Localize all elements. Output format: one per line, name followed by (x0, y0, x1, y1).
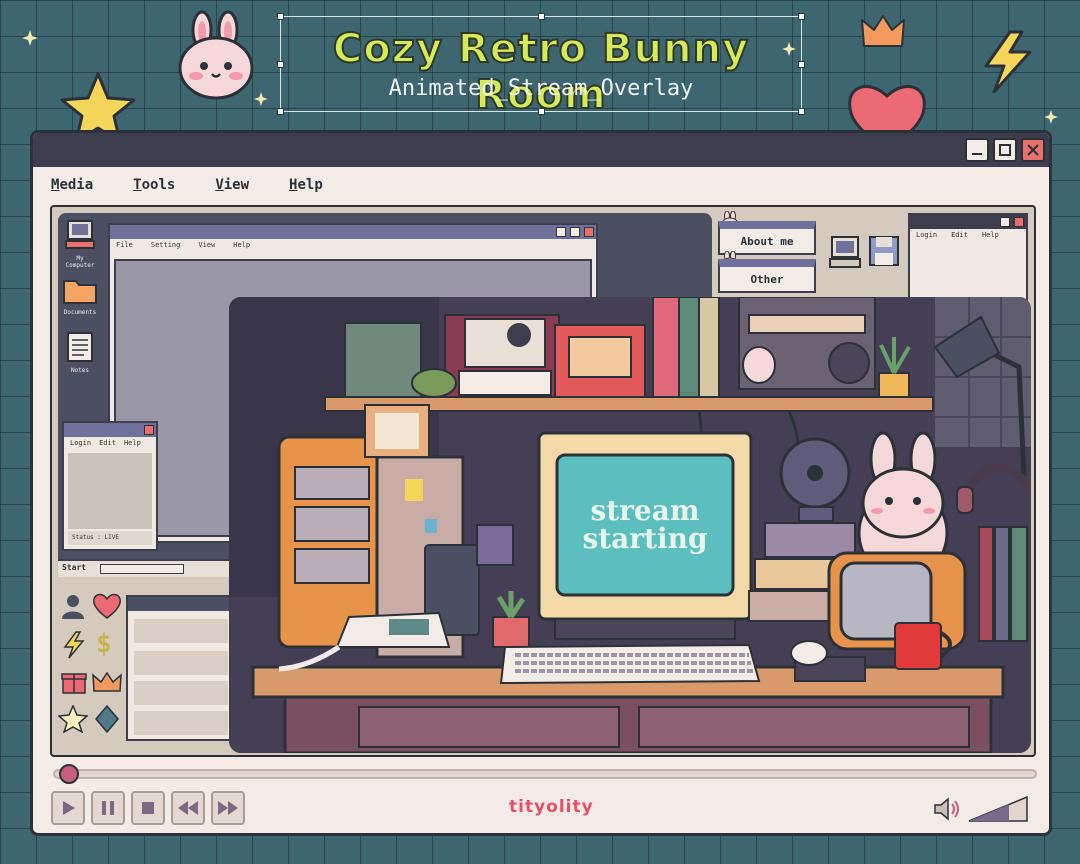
inner-menu-view[interactable]: View (198, 241, 215, 249)
inner-window-menu: File Setting View Help (110, 239, 596, 251)
menu-view[interactable]: View (215, 177, 249, 193)
fast-forward-icon (218, 801, 238, 815)
pause-button[interactable] (91, 791, 125, 825)
fast-forward-button[interactable] (211, 791, 245, 825)
status-window-close-button[interactable] (144, 425, 154, 435)
sparkle-icon (22, 30, 38, 46)
login-menu-login[interactable]: Login (916, 231, 937, 239)
maximize-button[interactable] (993, 138, 1017, 162)
minimize-button[interactable] (965, 138, 989, 162)
maximize-icon (999, 144, 1011, 156)
menu-help[interactable]: Help (289, 177, 323, 193)
list-item (134, 619, 228, 643)
brand-logo: tityolity (509, 797, 594, 817)
main-window: Media Tools View Help My Computer Docume… (30, 130, 1052, 836)
crown-icon (861, 15, 905, 47)
status-window: Login Edit Help Status : LIVE (62, 421, 158, 551)
desktop-icon-my-computer[interactable]: My Computer (62, 219, 98, 269)
crown-icon (92, 671, 122, 692)
taskbar-search-input[interactable] (100, 564, 184, 574)
login-close-button[interactable] (1014, 217, 1024, 227)
stop-icon (142, 802, 154, 814)
folder-icon (63, 280, 97, 304)
stream-screen-text: stream starting (557, 455, 733, 595)
desktop-icon-notes[interactable]: Notes (62, 331, 98, 374)
pause-icon (102, 801, 114, 815)
chat-list-panel (126, 595, 236, 741)
volume-icon[interactable] (933, 797, 963, 821)
stream-scene: stream starting (229, 297, 1031, 753)
list-item (134, 711, 228, 735)
close-button[interactable] (1021, 138, 1045, 162)
taskbar: Start (58, 559, 230, 577)
login-menu-edit[interactable]: Edit (951, 231, 968, 239)
sparkle-icon (1044, 110, 1058, 124)
window-titlebar (33, 133, 1049, 167)
menu-bar: Media Tools View Help (33, 167, 1049, 203)
about-me-window[interactable]: About me (718, 221, 816, 255)
inner-maximize-button[interactable] (570, 227, 580, 237)
menu-media[interactable]: Media (51, 177, 93, 193)
play-icon (63, 801, 75, 815)
login-menu-help[interactable]: Help (982, 231, 999, 239)
login-minimize-button[interactable] (1000, 217, 1010, 227)
inner-close-button[interactable] (584, 227, 594, 237)
screen-text-line-1: stream (590, 494, 700, 527)
inner-window-titlebar (110, 225, 596, 239)
list-item (134, 651, 228, 675)
login-window: Login Edit Help (908, 213, 1028, 303)
rewind-button[interactable] (171, 791, 205, 825)
volume-slider[interactable] (967, 795, 1029, 823)
rewind-icon (178, 801, 198, 815)
play-button[interactable] (51, 791, 85, 825)
about-me-label: About me (740, 234, 794, 248)
user-icon (62, 595, 84, 619)
inner-menu-help[interactable]: Help (233, 241, 250, 249)
progress-bar[interactable] (53, 769, 1037, 779)
status-menu-help[interactable]: Help (124, 439, 141, 447)
page-title: Cozy Retro Bunny Room (332, 25, 750, 119)
stop-button[interactable] (131, 791, 165, 825)
gift-icon (61, 673, 87, 694)
floppy-disk-icon (869, 236, 899, 266)
desktop-area: My Computer Documents Notes File Setting… (50, 205, 1036, 757)
bunny-head-icon (178, 10, 254, 100)
list-item (134, 681, 228, 705)
other-label: Other (750, 272, 784, 286)
inner-menu-setting[interactable]: Setting (151, 241, 181, 249)
start-button[interactable]: Start (62, 563, 86, 572)
desktop-icon-documents[interactable]: Documents (62, 275, 98, 316)
close-icon (1027, 144, 1039, 156)
lightning-icon (984, 30, 1032, 94)
sparkle-icon (254, 92, 268, 106)
status-menu-edit[interactable]: Edit (99, 439, 116, 447)
inner-menu-file[interactable]: File (116, 241, 133, 249)
screen-text-line-2: starting (582, 522, 708, 555)
inner-minimize-button[interactable] (556, 227, 566, 237)
page-subtitle: Animated_Stream_Overlay (388, 76, 694, 101)
dollar-icon: $ (96, 629, 112, 659)
progress-knob[interactable] (58, 764, 79, 784)
minimize-icon (972, 153, 982, 155)
status-text: Status : LIVE (68, 531, 152, 545)
diamond-icon (95, 705, 119, 733)
notepad-icon (67, 332, 93, 362)
computer-icon (829, 236, 861, 268)
status-menu-login[interactable]: Login (70, 439, 91, 447)
star-icon (58, 705, 88, 733)
heart-icon (93, 593, 121, 619)
menu-tools[interactable]: Tools (133, 177, 175, 193)
lightning-icon (63, 631, 85, 659)
other-window[interactable]: Other (718, 259, 816, 293)
computer-icon (65, 220, 95, 249)
